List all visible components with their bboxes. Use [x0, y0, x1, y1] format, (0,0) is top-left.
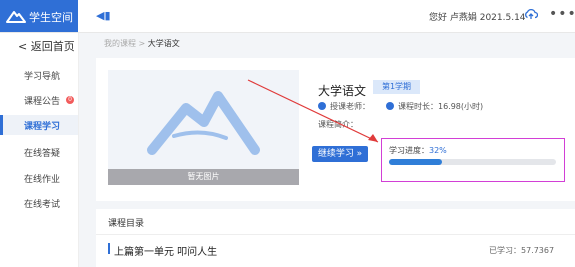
- continue-learning-button[interactable]: 继续学习 »: [312, 146, 368, 162]
- menu-toggle-icon[interactable]: ◀▮: [96, 9, 111, 22]
- studied-amount: 已学习：57.7367: [489, 246, 555, 255]
- hours-text: 课程时长：16.98(小时): [398, 102, 484, 111]
- sidebar-item-exam[interactable]: 在线考试: [0, 193, 78, 213]
- back-home-link[interactable]: < 返回首页: [18, 38, 75, 54]
- course-catalog: 课程目录 上篇第一单元 叩问人生 已学习：57.7367: [96, 209, 575, 267]
- progress-track: [389, 159, 556, 165]
- unit-marker: [108, 243, 110, 254]
- catalog-title: 课程目录: [108, 219, 145, 229]
- brand[interactable]: 学生空间: [0, 0, 78, 32]
- logo-mountain-icon: [6, 11, 26, 23]
- course-hours: 课程时长：16.98(小时): [386, 101, 483, 112]
- sidebar-item-qa[interactable]: 在线答疑: [0, 142, 78, 162]
- sidebar-item-label: 在线作业: [24, 175, 61, 185]
- sidebar-item-label: 在线答疑: [24, 149, 61, 159]
- breadcrumb-separator: >: [136, 39, 148, 48]
- notification-badge: 0: [66, 96, 74, 104]
- mountain-placeholder-icon: [147, 91, 260, 155]
- divider: [96, 234, 575, 235]
- sidebar-item-homework[interactable]: 在线作业: [0, 168, 78, 188]
- unit-title[interactable]: 上篇第一单元 叩问人生: [114, 243, 217, 258]
- progress-percent: 32%: [429, 146, 447, 155]
- progress-label: 学习进度：32%: [389, 145, 447, 156]
- annotation-arrow: [247, 79, 379, 143]
- progress-fill: [389, 159, 443, 165]
- sidebar-item-label: 学习导航: [24, 72, 61, 82]
- sidebar-item-label: 在线考试: [24, 200, 61, 210]
- breadcrumb-current: 大学语文: [147, 39, 180, 48]
- top-bar: 学生空间 ◀▮ 您好 卢燕娟 2021.5.14 •••: [0, 0, 575, 33]
- cloud-upload-icon[interactable]: [524, 7, 538, 21]
- progress-caption: 学习进度：: [389, 146, 429, 155]
- thumbnail-caption: 暂无图片: [108, 169, 299, 185]
- progress-panel: 学习进度：32%: [381, 138, 565, 182]
- more-icon[interactable]: •••: [549, 6, 575, 22]
- breadcrumb-parent[interactable]: 我的课程: [104, 39, 136, 48]
- breadcrumb: 我的课程 > 大学语文: [104, 38, 180, 49]
- user-greeting: 您好 卢燕娟 2021.5.14: [429, 13, 526, 23]
- sidebar-item-announcements[interactable]: 课程公告 0: [0, 90, 78, 110]
- brand-title: 学生空间: [29, 11, 73, 24]
- sidebar-item-course-study[interactable]: 课程学习: [0, 115, 78, 135]
- active-indicator: [0, 115, 3, 135]
- course-card: 暂无图片 大学语文 第1学期 授课老师： 课程时长：16.98(小时) 课程简介…: [96, 58, 575, 201]
- sidebar-item-label: 课程学习: [24, 122, 61, 132]
- sidebar-item-learning-nav[interactable]: 学习导航: [0, 65, 78, 85]
- sidebar: < 返回首页 学习导航 课程公告 0 课程学习 在线答疑 在线作业 在线考试: [0, 33, 79, 267]
- clock-icon: [386, 102, 394, 110]
- sidebar-item-label: 课程公告: [24, 97, 61, 107]
